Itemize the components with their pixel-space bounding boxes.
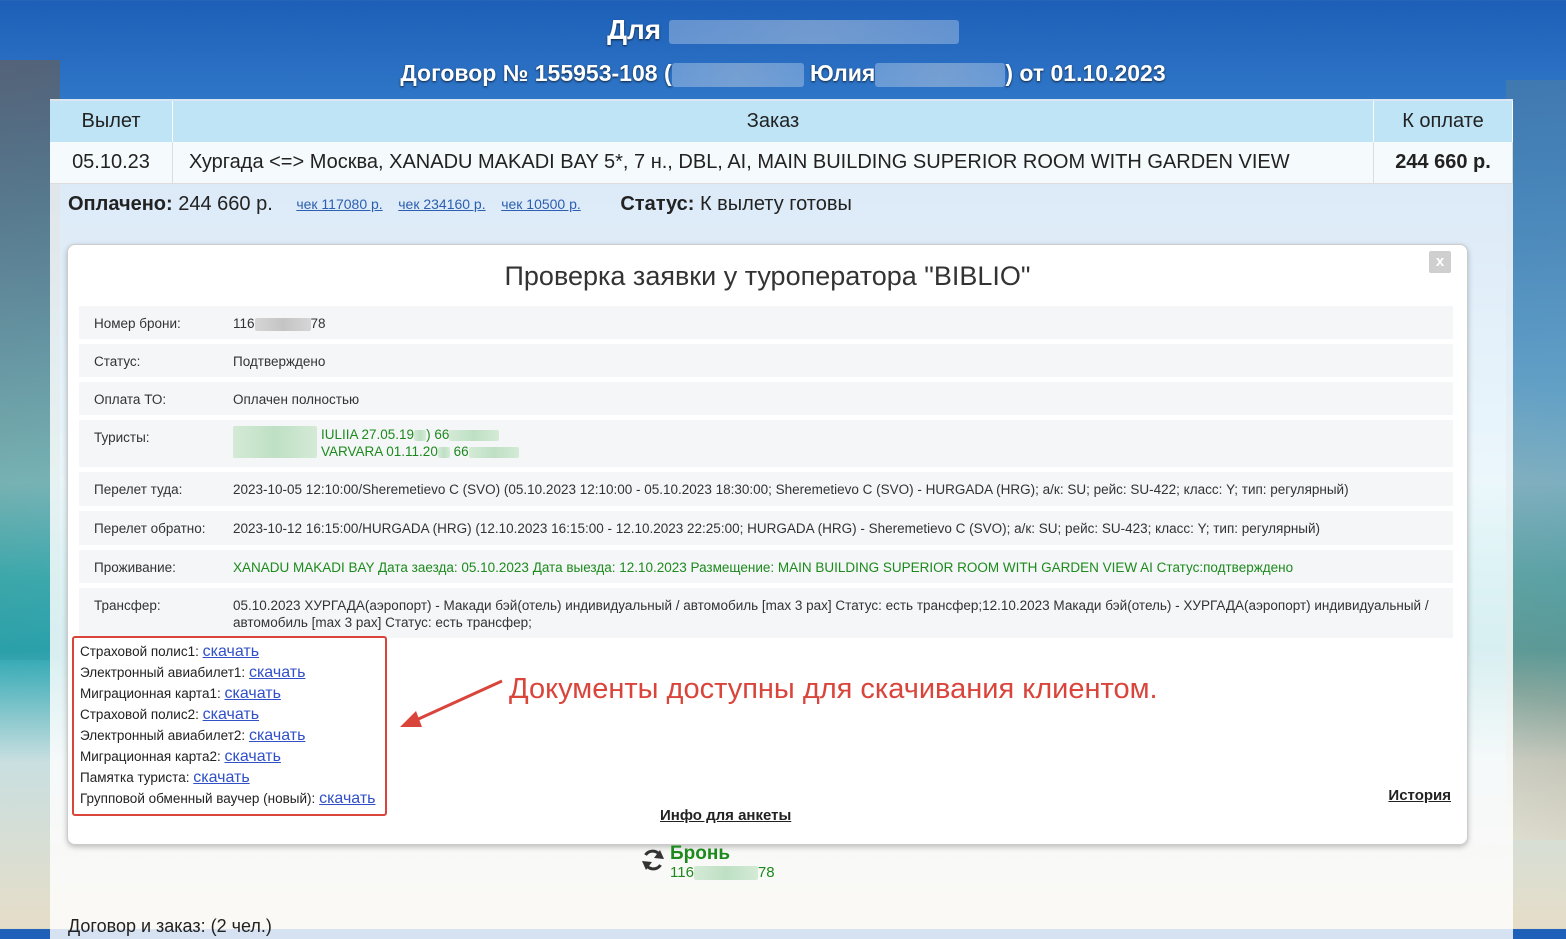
annotation-arrow-icon xyxy=(400,679,503,727)
info-row-status: Статус: Подтверждено xyxy=(79,344,1453,377)
refresh-icon[interactable] xyxy=(640,847,666,873)
download-link[interactable]: скачать xyxy=(249,664,305,681)
booking-info: Номер брони: 116 78 Статус: Подтверждено … xyxy=(79,306,1453,643)
download-link[interactable]: скачать xyxy=(319,790,375,807)
table-row: 05.10.23 Хургада <=> Москва, XANADU MAKA… xyxy=(50,142,1513,184)
info-row-tourists: Туристы: IULIIA 27.05.19) 66 VARVARA 01.… xyxy=(79,420,1453,467)
list-item: Миграционная карта2: скачать xyxy=(80,748,281,765)
departure-date: 05.10.23 xyxy=(50,142,173,184)
history-link[interactable]: История xyxy=(1388,787,1451,804)
download-link[interactable]: скачать xyxy=(203,706,259,723)
booking-number: 116 78 xyxy=(670,864,775,881)
payment-summary: Оплачено: 244 660 р. чек 117080 р. чек 2… xyxy=(68,193,852,216)
status-value: К вылету готовы xyxy=(699,193,852,215)
download-link[interactable]: скачать xyxy=(224,685,280,702)
contract-title: Договор № 155953-108 ( Юлия) от 01.10.20… xyxy=(400,60,1166,87)
info-row-transfer: Трансфер: 05.10.2023 ХУРГАДА(аэропорт) -… xyxy=(79,588,1453,638)
info-row-flight-to: Перелет туда: 2023-10-05 12:10:00/Sherem… xyxy=(79,472,1453,506)
list-item: Страховой полис2: скачать xyxy=(80,706,260,723)
anketa-info-link[interactable]: Инфо для анкеты xyxy=(660,807,791,824)
annotation-text: Документы доступны для скачивания клиент… xyxy=(509,673,1158,705)
list-item: Электронный авиабилет1: скачать xyxy=(80,664,306,681)
list-item: Групповой обменный ваучер (новый): скача… xyxy=(80,790,376,807)
tourist-1: IULIIA 27.05.19) 66 xyxy=(233,426,1433,443)
info-row-booking: Номер брони: 116 78 xyxy=(79,306,1453,339)
page-title: Для xyxy=(0,14,1566,46)
redacted-name xyxy=(668,19,959,44)
tourists-list: IULIIA 27.05.19) 66 VARVARA 01.11.20 66 xyxy=(233,426,1453,460)
list-item: Памятка туриста: скачать xyxy=(80,769,250,786)
download-link[interactable]: скачать xyxy=(249,727,305,744)
check-link-3[interactable]: чек 10500 р. xyxy=(501,196,581,212)
booking-title: Бронь xyxy=(670,843,731,864)
redacted-surname xyxy=(671,62,804,87)
list-item: Миграционная карта1: скачать xyxy=(80,685,281,702)
contract-order-footer: Договор и заказ: (2 чел.) xyxy=(68,916,272,936)
info-row-payment: Оплата ТО: Оплачен полностью xyxy=(79,382,1453,415)
download-link[interactable]: скачать xyxy=(224,748,280,765)
documents-list: Страховой полис1: скачать Электронный ав… xyxy=(72,636,387,816)
paid-label: Оплачено: xyxy=(68,193,173,215)
col-header-departure: Вылет xyxy=(50,101,173,142)
operator-check-modal: x Проверка заявки у туроператора "BIBLIO… xyxy=(67,244,1468,845)
col-header-order: Заказ xyxy=(172,101,1374,142)
download-link[interactable]: скачать xyxy=(193,769,249,786)
order-table-header: Вылет Заказ К оплате xyxy=(50,101,1513,142)
background-rocks-right xyxy=(1506,80,1566,840)
tourist-2: VARVARA 01.11.20 66 xyxy=(233,443,1433,460)
status-label: Статус: xyxy=(620,193,695,215)
download-link[interactable]: скачать xyxy=(203,643,259,660)
amount-due: 244 660 р. xyxy=(1373,142,1513,184)
list-item: Электронный авиабилет2: скачать xyxy=(80,727,306,744)
info-row-flight-back: Перелет обратно: 2023-10-12 16:15:00/HUR… xyxy=(79,511,1453,545)
check-link-2[interactable]: чек 234160 р. xyxy=(398,196,485,212)
order-description: Хургада <=> Москва, XANADU MAKADI BAY 5*… xyxy=(172,142,1374,184)
check-link-1[interactable]: чек 117080 р. xyxy=(296,196,382,212)
booking-number: 116 78 xyxy=(233,316,326,331)
modal-title: Проверка заявки у туроператора "BIBLIO" xyxy=(504,261,1031,291)
redacted-patronymic xyxy=(875,62,1006,87)
col-header-amount: К оплате xyxy=(1373,101,1513,142)
info-row-hotel: Проживание: XANADU MAKADI BAY Дата заезд… xyxy=(79,550,1453,583)
list-item: Страховой полис1: скачать xyxy=(80,643,260,660)
order-table: Вылет Заказ К оплате 05.10.23 Хургада <=… xyxy=(50,101,1513,184)
paid-value: 244 660 р. xyxy=(178,193,273,215)
